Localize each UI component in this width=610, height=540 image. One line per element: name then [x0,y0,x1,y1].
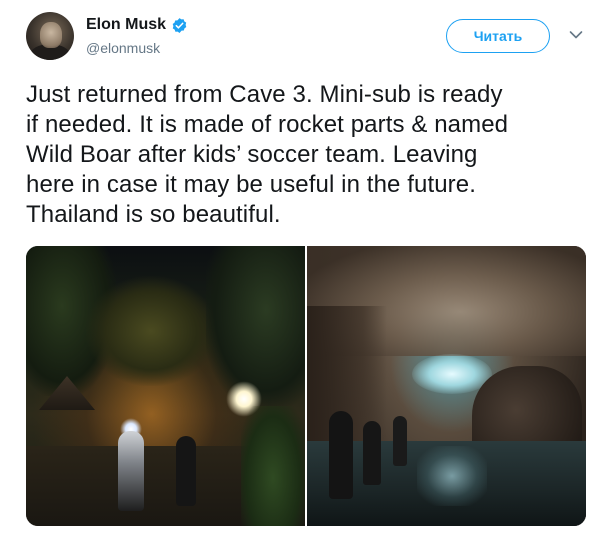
person-silhouette [363,421,381,485]
tweet-text-line: Wild Boar after kids’ soccer team. Leavi… [26,141,478,168]
author-handle[interactable]: @elonmusk [86,40,160,56]
plant-foliage [241,406,305,526]
tweet-text-line: if needed. It is made of rocket parts & … [26,111,509,138]
person-silhouette [329,411,353,499]
person-silhouette [118,431,144,511]
author-name-row: Elon Musk [86,16,188,34]
verified-badge-icon [172,17,187,33]
tweet-text-line: here in case it may be useful in the fut… [26,171,476,198]
tree-silhouette [206,246,305,406]
tweet: Elon Musk @elonmusk Читать Just returned… [0,0,610,540]
person-silhouette [176,436,196,506]
tweet-text-line: Just returned from Cave 3. Mini-sub is r… [26,81,503,108]
water-reflection [417,446,487,506]
tweet-text-line: Thailand is so beautiful. [26,201,281,228]
avatar[interactable] [26,12,74,60]
chevron-down-icon[interactable] [569,30,583,40]
avatar-face [40,22,62,48]
person-silhouette [393,416,407,466]
palm-silhouette [86,276,216,386]
photo-cave[interactable] [307,246,586,526]
photo-night-camp[interactable] [26,246,305,526]
tweet-text: Just returned from Cave 3. Mini-sub is r… [26,80,586,230]
display-name[interactable]: Elon Musk [86,16,166,34]
media-grid[interactable] [26,246,586,526]
follow-button[interactable]: Читать [446,19,550,53]
